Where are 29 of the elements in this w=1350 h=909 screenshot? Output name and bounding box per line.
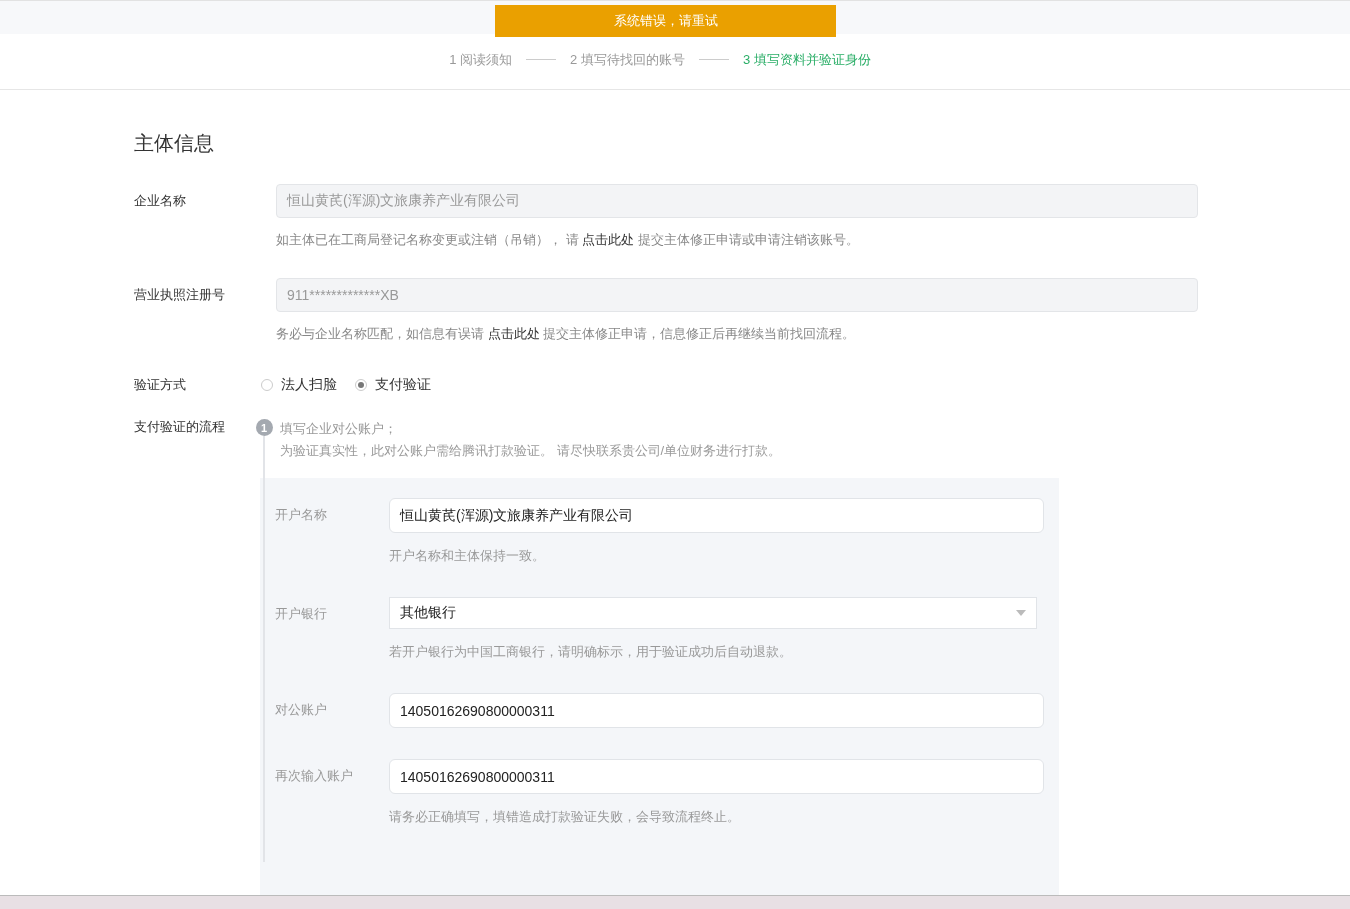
input-field[interactable]: 恒山黄芪(浑源)文旅康养产业有限公司 — [389, 498, 1044, 533]
field-label: 对公账户 — [275, 701, 328, 719]
field-label: 开户名称 — [275, 506, 328, 524]
radio-icon[interactable] — [261, 379, 273, 391]
input-field[interactable]: 14050162690800000311 — [389, 693, 1044, 728]
radio-option[interactable]: 法人扫脸 — [261, 376, 337, 394]
bank-select[interactable]: 其他银行 — [389, 597, 1037, 629]
section-title: 主体信息 — [134, 131, 215, 156]
radio-icon[interactable] — [355, 379, 367, 391]
radio-option[interactable]: 支付验证 — [355, 376, 431, 394]
field-hint: 若开户银行为中国工商银行，请明确标示，用于验证成功后自动退款。 — [389, 643, 793, 661]
field-hint: 务必与企业名称匹配，如信息有误请 点击此处 提交主体修正申请，信息修正后再继续当前找回流程。 — [276, 326, 857, 342]
field-label: 支付验证的流程 — [134, 418, 226, 436]
field-hint: 如主体已在工商局登记名称变更或注销（吊销）， 请 点击此处 提交主体修正申请或申请注销该账号。 — [276, 232, 860, 248]
step-title: 填写企业对公账户； — [280, 420, 398, 438]
input-field[interactable]: 14050162690800000311 — [389, 759, 1044, 794]
field-label: 企业名称 — [134, 192, 187, 210]
step-description: 为验证真实性，此对公账户需给腾讯打款验证。 请尽快联系贵公司/单位财务进行打款。 — [280, 442, 782, 460]
field-label: 再次输入账户 — [275, 767, 354, 785]
error-banner: 系统错误，请重试 — [495, 5, 836, 37]
field-label: 开户银行 — [275, 605, 328, 623]
field-hint: 请务必正确填写，填错造成打款验证失败，会导致流程终止。 — [389, 808, 741, 826]
caret-icon — [1016, 610, 1026, 616]
field-label: 营业执照注册号 — [134, 286, 226, 304]
step-label: 2 填写待找回的账号 — [570, 50, 685, 69]
step-label: 1 阅读须知 — [449, 50, 513, 69]
step-label: 3 填写资料并验证身份 — [742, 50, 871, 69]
field-label: 验证方式 — [134, 376, 187, 394]
step-number: 1 — [255, 419, 273, 436]
